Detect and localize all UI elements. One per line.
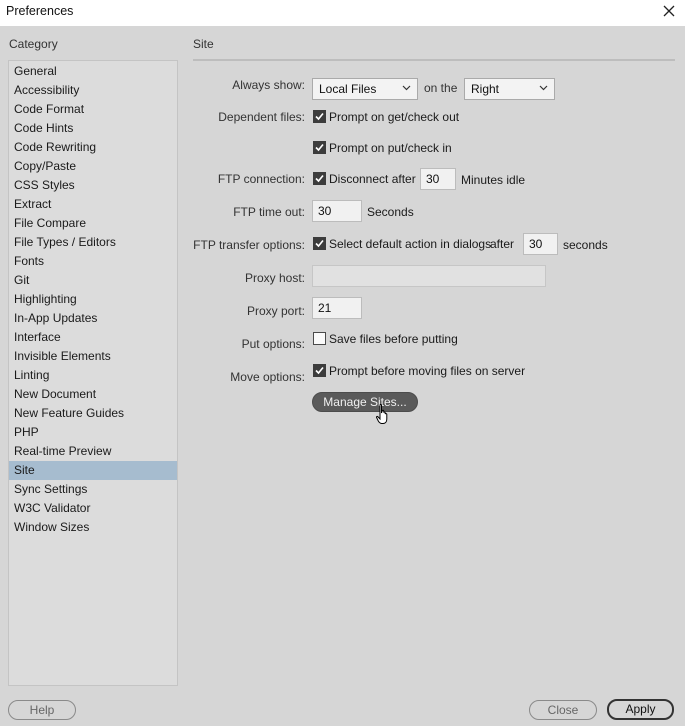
category-item-general[interactable]: General bbox=[9, 62, 177, 81]
category-item-interface[interactable]: Interface bbox=[9, 328, 177, 347]
category-item-git[interactable]: Git bbox=[9, 271, 177, 290]
checkmark-icon bbox=[315, 112, 324, 121]
category-item-extract[interactable]: Extract bbox=[9, 195, 177, 214]
category-item-accessibility[interactable]: Accessibility bbox=[9, 81, 177, 100]
category-item-css-styles[interactable]: CSS Styles bbox=[9, 176, 177, 195]
category-item-highlighting[interactable]: Highlighting bbox=[9, 290, 177, 309]
seconds-label: Seconds bbox=[367, 205, 414, 219]
checkmark-icon bbox=[315, 143, 324, 152]
category-heading: Category bbox=[9, 37, 58, 51]
move-options-label: Move options: bbox=[230, 370, 305, 384]
side-value: Right bbox=[471, 82, 500, 96]
save-before-put-checkbox[interactable] bbox=[313, 332, 326, 345]
category-item-real-time-preview[interactable]: Real-time Preview bbox=[9, 442, 177, 461]
mouse-cursor-icon bbox=[376, 404, 388, 424]
close-button[interactable]: Close bbox=[529, 700, 597, 720]
prompt-get-label: Prompt on get/check out bbox=[329, 110, 460, 124]
put-options-label: Put options: bbox=[241, 337, 305, 351]
checkmark-icon bbox=[315, 174, 324, 183]
select-default-checkbox[interactable] bbox=[313, 237, 326, 250]
category-item-new-document[interactable]: New Document bbox=[9, 385, 177, 404]
on-the-label: on the bbox=[424, 81, 458, 95]
apply-button[interactable]: Apply bbox=[607, 699, 674, 720]
prompt-move-label: Prompt before moving files on server bbox=[329, 364, 526, 378]
always-show-select[interactable]: Local Files bbox=[312, 78, 418, 100]
after-label: after bbox=[490, 237, 515, 251]
ftp-timeout-input[interactable]: 30 bbox=[312, 200, 362, 222]
category-item-window-sizes[interactable]: Window Sizes bbox=[9, 518, 177, 537]
chevron-down-icon bbox=[402, 85, 411, 91]
category-item-invisible-elements[interactable]: Invisible Elements bbox=[9, 347, 177, 366]
title-bar: Preferences bbox=[0, 0, 685, 26]
help-button[interactable]: Help bbox=[8, 700, 76, 720]
select-default-label: Select default action in dialogs bbox=[329, 237, 492, 251]
disconnect-label: Disconnect after bbox=[329, 172, 416, 186]
category-item-linting[interactable]: Linting bbox=[9, 366, 177, 385]
category-item-w3c-validator[interactable]: W3C Validator bbox=[9, 499, 177, 518]
proxy-host-label: Proxy host: bbox=[244, 271, 305, 285]
category-item-code-format[interactable]: Code Format bbox=[9, 100, 177, 119]
prompt-get-checkbox[interactable] bbox=[313, 110, 326, 123]
checkmark-icon bbox=[315, 239, 324, 248]
disconnect-minutes-input[interactable]: 30 bbox=[420, 168, 456, 190]
site-heading: Site bbox=[193, 37, 214, 51]
disconnect-checkbox[interactable] bbox=[313, 172, 326, 185]
manage-sites-button[interactable]: Manage Sites... bbox=[312, 392, 418, 412]
chevron-down-icon bbox=[539, 85, 548, 91]
category-item-fonts[interactable]: Fonts bbox=[9, 252, 177, 271]
prompt-put-checkbox[interactable] bbox=[313, 141, 326, 154]
close-icon bbox=[663, 5, 675, 17]
proxy-port-input[interactable]: 21 bbox=[312, 297, 362, 319]
category-item-copy-paste[interactable]: Copy/Paste bbox=[9, 157, 177, 176]
category-item-site[interactable]: Site bbox=[9, 461, 177, 480]
category-item-in-app-updates[interactable]: In-App Updates bbox=[9, 309, 177, 328]
dependent-files-label: Dependent files: bbox=[218, 110, 305, 124]
minutes-idle-label: Minutes idle bbox=[461, 173, 526, 187]
category-list[interactable]: General Accessibility Code Format Code Hint… bbox=[8, 60, 178, 686]
section-divider bbox=[193, 59, 675, 61]
close-window-button[interactable] bbox=[655, 0, 685, 24]
always-show-label: Always show: bbox=[232, 78, 305, 92]
side-select[interactable]: Right bbox=[464, 78, 555, 100]
transfer-seconds-input[interactable]: 30 bbox=[523, 233, 558, 255]
ftp-timeout-label: FTP time out: bbox=[233, 205, 305, 219]
category-item-php[interactable]: PHP bbox=[9, 423, 177, 442]
seconds-lower-label: seconds bbox=[563, 238, 608, 252]
category-item-file-compare[interactable]: File Compare bbox=[9, 214, 177, 233]
category-item-sync-settings[interactable]: Sync Settings bbox=[9, 480, 177, 499]
category-item-code-hints[interactable]: Code Hints bbox=[9, 119, 177, 138]
proxy-host-input[interactable] bbox=[312, 265, 546, 287]
prompt-put-label: Prompt on put/check in bbox=[329, 141, 452, 155]
category-item-file-types-editors[interactable]: File Types / Editors bbox=[9, 233, 177, 252]
checkmark-icon bbox=[315, 366, 324, 375]
proxy-port-label: Proxy port: bbox=[246, 304, 305, 318]
save-before-put-label: Save files before putting bbox=[329, 332, 458, 346]
category-item-code-rewriting[interactable]: Code Rewriting bbox=[9, 138, 177, 157]
ftp-connection-label: FTP connection: bbox=[217, 172, 305, 186]
window-title: Preferences bbox=[6, 4, 74, 18]
always-show-value: Local Files bbox=[319, 82, 377, 96]
ftp-transfer-label: FTP transfer options: bbox=[193, 238, 305, 252]
prompt-move-checkbox[interactable] bbox=[313, 364, 326, 377]
category-item-new-feature-guides[interactable]: New Feature Guides bbox=[9, 404, 177, 423]
